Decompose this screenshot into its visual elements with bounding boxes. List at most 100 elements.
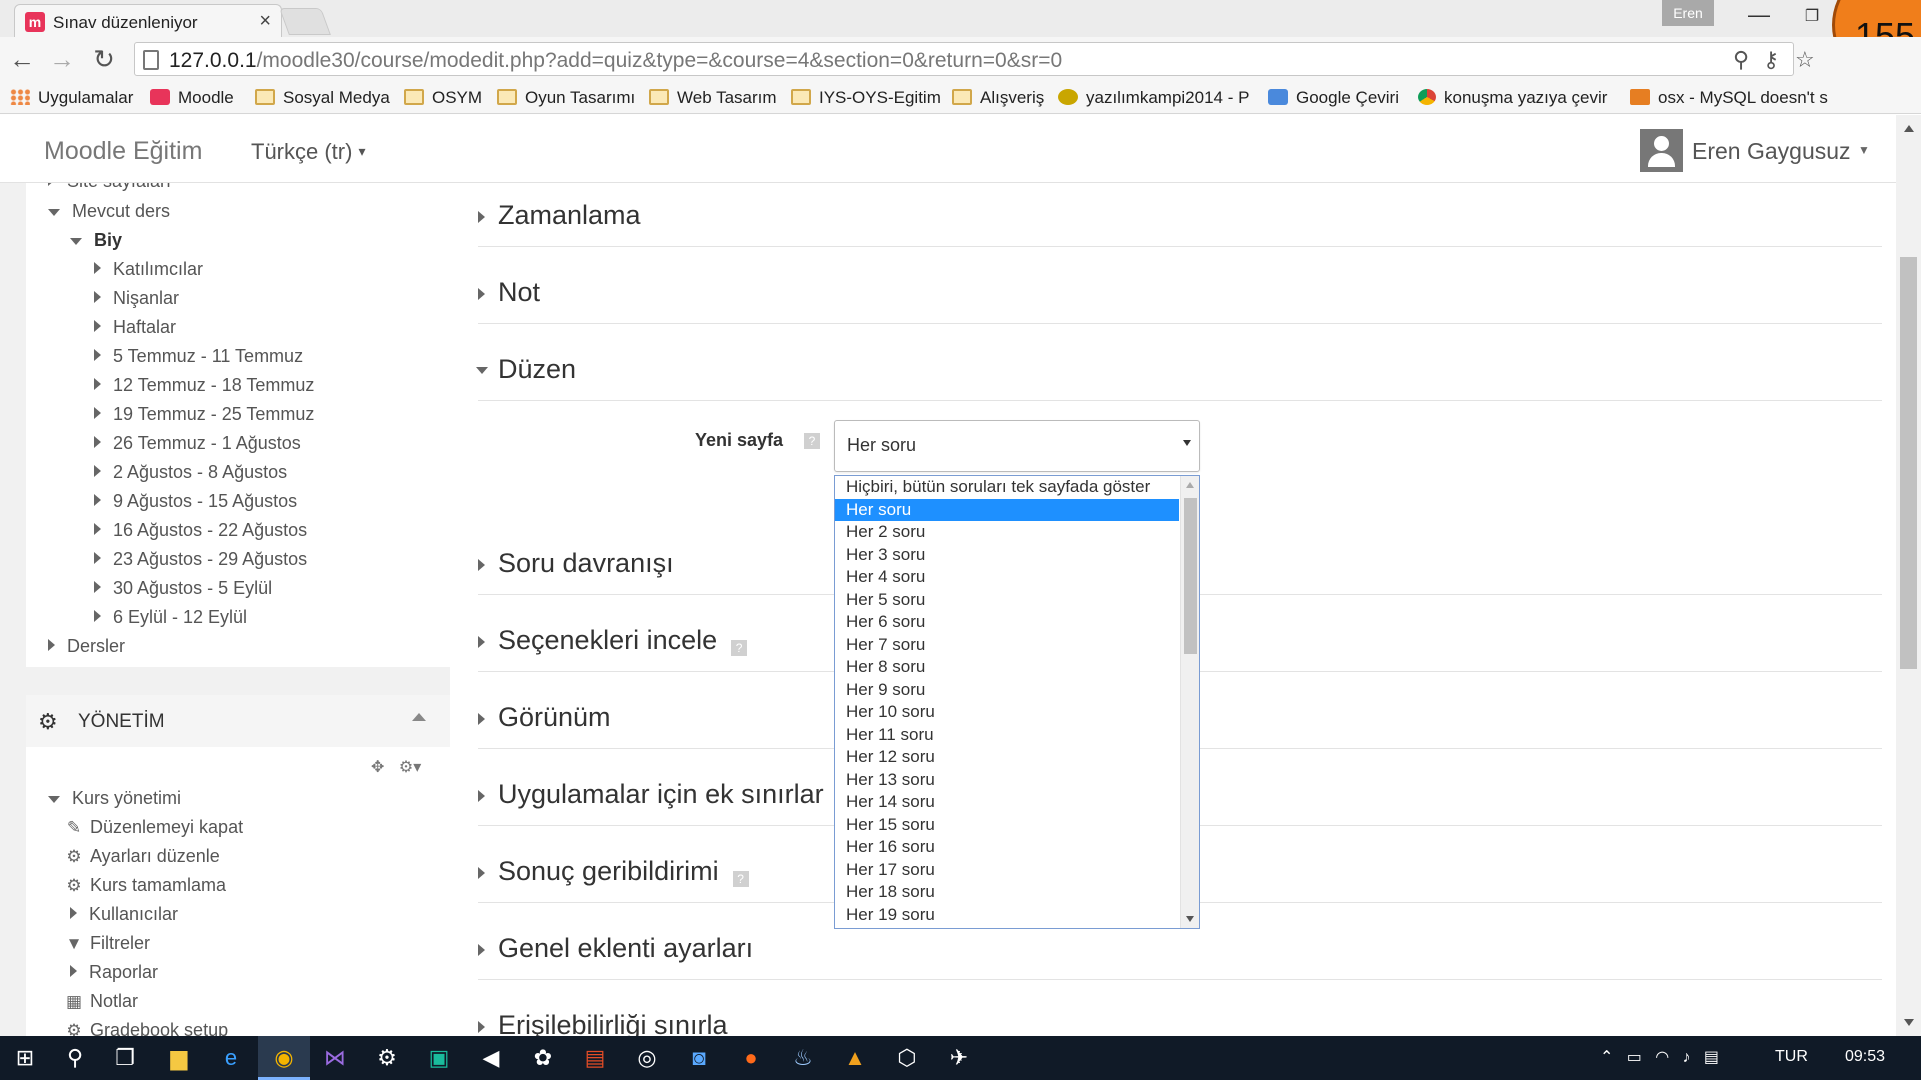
- admin-item-gradebook[interactable]: ⚙ Gradebook setup: [64, 1020, 228, 1036]
- help-icon[interactable]: ?: [804, 433, 820, 449]
- tree-item[interactable]: 9 Ağustos - 15 Ağustos: [94, 491, 297, 512]
- dropdown-option[interactable]: Her 13 soru: [835, 769, 1179, 792]
- dropdown-option[interactable]: Her 9 soru: [835, 679, 1179, 702]
- bookmark-link[interactable]: yazılımkampi2014 - P: [1058, 88, 1249, 108]
- app-icon[interactable]: ◀: [478, 1045, 504, 1071]
- app-icon[interactable]: ◎: [634, 1045, 660, 1071]
- visual-studio-icon[interactable]: ⋈: [322, 1045, 348, 1071]
- scroll-down-icon[interactable]: [1186, 916, 1194, 922]
- new-page-select[interactable]: Her soru: [834, 420, 1200, 472]
- app-icon[interactable]: ✈: [946, 1045, 972, 1071]
- bookmark-folder[interactable]: IYS-OYS-Egitim: [791, 88, 941, 108]
- tree-item[interactable]: Katılımcılar: [94, 259, 203, 280]
- tab-close-icon[interactable]: ×: [259, 10, 271, 33]
- bookmark-folder[interactable]: Oyun Tasarımı: [497, 88, 635, 108]
- app-icon[interactable]: ▲: [842, 1045, 868, 1071]
- dropdown-option[interactable]: Her 12 soru: [835, 746, 1179, 769]
- bookmark-link[interactable]: konuşma yazıya çevir: [1418, 88, 1607, 108]
- dropdown-option[interactable]: Her 10 soru: [835, 701, 1179, 724]
- scroll-thumb[interactable]: [1184, 498, 1197, 654]
- app-icon[interactable]: ⚙: [374, 1045, 400, 1071]
- tree-item-course[interactable]: Biy: [70, 230, 122, 251]
- tree-item[interactable]: 5 Temmuz - 11 Temmuz: [94, 346, 303, 367]
- help-icon[interactable]: ?: [731, 640, 748, 656]
- dropdown-option[interactable]: Her 3 soru: [835, 544, 1179, 567]
- dropdown-option[interactable]: Her 6 soru: [835, 611, 1179, 634]
- url-bar[interactable]: 127.0.0.1/moodle30/course/modedit.php?ad…: [134, 42, 1815, 76]
- tree-item[interactable]: 26 Temmuz - 1 Ağustos: [94, 433, 301, 454]
- section-layout[interactable]: Düzen: [476, 337, 1882, 401]
- tree-item-courses[interactable]: Dersler: [48, 636, 125, 657]
- edge-icon[interactable]: e: [218, 1045, 244, 1071]
- admin-item-filters[interactable]: ▼ Filtreler: [64, 933, 150, 954]
- help-icon[interactable]: ?: [732, 871, 749, 887]
- admin-item-edit-settings[interactable]: ⚙ Ayarları düzenle: [64, 846, 219, 867]
- admin-item-grades[interactable]: ▦ Notlar: [64, 991, 138, 1012]
- collapse-block-icon[interactable]: [412, 713, 426, 721]
- browser-tab-active[interactable]: m Sınav düzenleniyor ×: [14, 4, 282, 37]
- key-icon[interactable]: ⚷: [1763, 47, 1779, 73]
- dropdown-option[interactable]: Her 4 soru: [835, 566, 1179, 589]
- dropdown-option[interactable]: Her 15 soru: [835, 814, 1179, 837]
- back-arrow-icon[interactable]: ←: [8, 45, 36, 73]
- forward-arrow-icon[interactable]: →: [48, 45, 76, 73]
- chrome-icon[interactable]: ◉: [271, 1045, 297, 1071]
- admin-item-users[interactable]: Kullanıcılar: [70, 904, 178, 925]
- section-timing[interactable]: Zamanlama: [478, 183, 1882, 247]
- powerpoint-icon[interactable]: ▤: [582, 1045, 608, 1071]
- gear-menu-icon[interactable]: ⚙▾: [399, 759, 421, 776]
- tree-item[interactable]: Haftalar: [94, 317, 176, 338]
- dropdown-option[interactable]: Her 5 soru: [835, 589, 1179, 612]
- bookmark-folder[interactable]: Alışveriş: [952, 88, 1044, 108]
- restore-icon[interactable]: ❐: [1800, 6, 1824, 26]
- app-icon[interactable]: ◙: [686, 1045, 712, 1071]
- profile-button[interactable]: Eren: [1662, 0, 1714, 26]
- file-explorer-icon[interactable]: ▆: [166, 1045, 192, 1071]
- dropdown-option[interactable]: Her 19 soru: [835, 904, 1179, 927]
- scroll-up-icon[interactable]: [1904, 125, 1914, 132]
- windows-start-icon[interactable]: ⊞: [12, 1045, 38, 1071]
- bookmark-folder[interactable]: Sosyal Medya: [255, 88, 390, 108]
- app-icon[interactable]: ✿: [530, 1045, 556, 1071]
- minimize-icon[interactable]: —: [1744, 2, 1774, 28]
- dropdown-option[interactable]: Her 8 soru: [835, 656, 1179, 679]
- search-icon[interactable]: ⚲: [62, 1045, 88, 1071]
- clock[interactable]: 09:53: [1845, 1048, 1885, 1066]
- admin-item-completion[interactable]: ⚙ Kurs tamamlama: [64, 875, 226, 896]
- dropdown-option[interactable]: Her 18 soru: [835, 881, 1179, 904]
- dropdown-option[interactable]: Hiçbiri, bütün soruları tek sayfada göst…: [835, 476, 1179, 499]
- section-restrict-access[interactable]: Erişilebilirliği sınırla: [478, 993, 1882, 1036]
- tree-item[interactable]: 6 Eylül - 12 Eylül: [94, 607, 247, 628]
- tree-item-course-admin[interactable]: Kurs yönetimi: [48, 788, 181, 809]
- move-icon[interactable]: ✥: [371, 759, 384, 776]
- url-text[interactable]: 127.0.0.1/moodle30/course/modedit.php?ad…: [169, 49, 1062, 73]
- app-icon[interactable]: ▣: [426, 1045, 452, 1071]
- bookmark-link[interactable]: Google Çeviri: [1268, 88, 1399, 108]
- tree-item-site-pages[interactable]: Site sayfaları: [48, 183, 171, 192]
- tree-item[interactable]: 19 Temmuz - 25 Temmuz: [94, 404, 314, 425]
- dropdown-scrollbar[interactable]: [1180, 476, 1199, 928]
- zoom-icon[interactable]: ⚲: [1733, 47, 1749, 73]
- bookmark-folder[interactable]: Web Tasarım: [649, 88, 777, 108]
- admin-item-reports[interactable]: Raporlar: [70, 962, 158, 983]
- tree-item[interactable]: 12 Temmuz - 18 Temmuz: [94, 375, 314, 396]
- scroll-up-icon[interactable]: [1186, 482, 1194, 488]
- new-tab-button[interactable]: [279, 8, 331, 35]
- steam-icon[interactable]: ♨: [790, 1045, 816, 1071]
- bookmark-link[interactable]: osx - MySQL doesn't s: [1630, 88, 1828, 108]
- section-grade[interactable]: Not: [478, 260, 1882, 324]
- bookmark-apps[interactable]: Uygulamalar: [10, 88, 133, 108]
- tree-item[interactable]: 2 Ağustos - 8 Ağustos: [94, 462, 287, 483]
- page-scrollbar[interactable]: [1896, 115, 1921, 1036]
- dropdown-option[interactable]: Her 11 soru: [835, 724, 1179, 747]
- app-icon[interactable]: ●: [738, 1045, 764, 1071]
- dropdown-option[interactable]: Her 16 soru: [835, 836, 1179, 859]
- scroll-down-icon[interactable]: [1904, 1019, 1914, 1026]
- tree-item[interactable]: 23 Ağustos - 29 Ağustos: [94, 549, 307, 570]
- dropdown-option-selected[interactable]: Her soru: [835, 498, 1179, 521]
- admin-item-edit-off[interactable]: ✎ Düzenlemeyi kapat: [64, 817, 243, 838]
- scroll-thumb[interactable]: [1900, 257, 1917, 669]
- dropdown-option[interactable]: Her 2 soru: [835, 521, 1179, 544]
- app-icon[interactable]: ⬡: [894, 1045, 920, 1071]
- tree-item[interactable]: Nişanlar: [94, 288, 179, 309]
